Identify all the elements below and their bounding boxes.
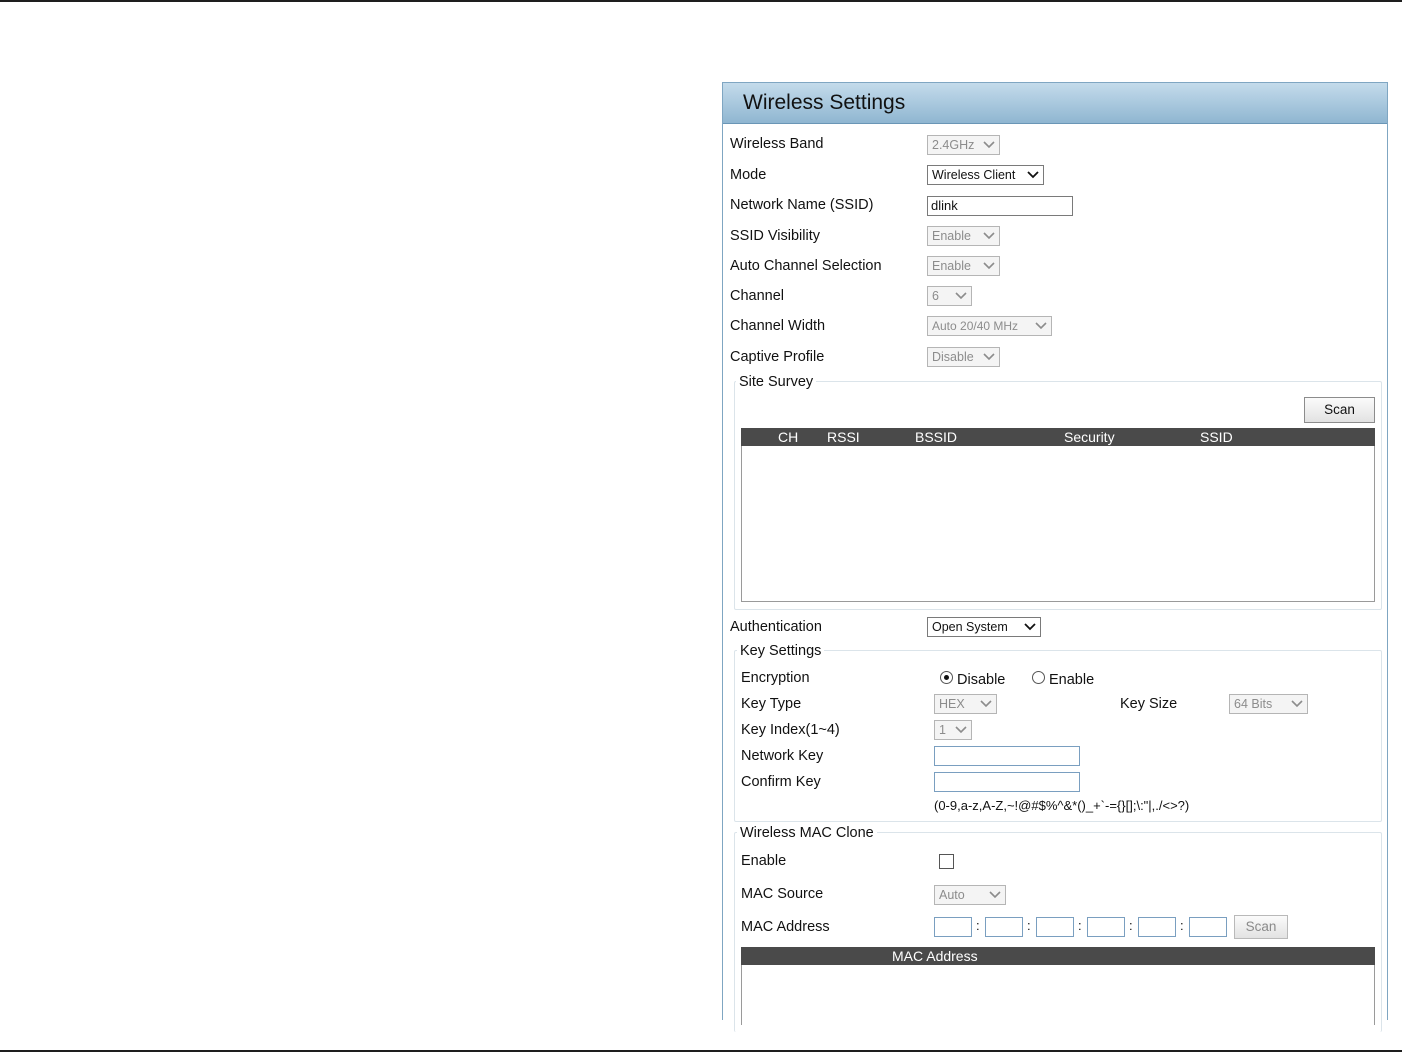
site-survey-legend: Site Survey: [736, 374, 817, 390]
mac-octet-4-input[interactable]: [1087, 917, 1125, 937]
key-size-select[interactable]: 64 Bits: [1229, 694, 1308, 714]
confirm-key-input[interactable]: [934, 772, 1080, 792]
mac-source-value: Auto: [939, 888, 965, 902]
encryption-label: Encryption: [741, 670, 810, 686]
wireless-band-value: 2.4GHz: [932, 138, 975, 152]
channel-label: Channel: [730, 288, 785, 304]
column-header-security[interactable]: Security: [1064, 428, 1115, 446]
mac-separator: :: [1078, 918, 1082, 933]
site-survey-scan-button[interactable]: Scan: [1304, 397, 1375, 423]
mac-octet-3-input[interactable]: [1036, 917, 1074, 937]
mac-octet-5-input[interactable]: [1138, 917, 1176, 937]
auto-channel-label: Auto Channel Selection: [730, 258, 882, 274]
page-bottom-rule: [0, 1050, 1402, 1052]
captive-profile-label: Captive Profile: [730, 349, 825, 365]
chevron-down-icon: [1035, 321, 1047, 330]
mac-address-table-header: MAC Address: [741, 947, 1375, 965]
wireless-band-label: Wireless Band: [730, 136, 824, 152]
key-size-value: 64 Bits: [1234, 697, 1273, 711]
mac-clone-legend: Wireless MAC Clone: [737, 825, 877, 841]
mac-source-select[interactable]: Auto: [934, 885, 1006, 905]
chevron-down-icon: [955, 725, 967, 734]
network-key-label: Network Key: [741, 748, 824, 764]
channel-width-value: Auto 20/40 MHz: [932, 319, 1019, 333]
site-survey-table-header: CH RSSI BSSID Security SSID: [741, 428, 1375, 446]
chevron-down-icon: [1291, 699, 1303, 708]
column-header-mac-address[interactable]: MAC Address: [892, 947, 978, 965]
key-type-label: Key Type: [741, 696, 802, 712]
auto-channel-select[interactable]: Enable: [927, 256, 1000, 276]
mac-clone-enable-checkbox[interactable]: [939, 854, 954, 869]
encryption-disable-radio[interactable]: [940, 671, 953, 684]
mode-select[interactable]: Wireless Client: [927, 165, 1044, 185]
authentication-label: Authentication: [730, 619, 822, 635]
mac-separator: :: [1027, 918, 1031, 933]
mac-address-table-body: [741, 965, 1375, 1025]
auto-channel-value: Enable: [932, 259, 971, 273]
key-type-value: HEX: [939, 697, 965, 711]
column-header-rssi[interactable]: RSSI: [827, 428, 860, 446]
ssid-label: Network Name (SSID): [730, 197, 874, 213]
channel-width-label: Channel Width: [730, 318, 826, 334]
mode-label: Mode: [730, 167, 767, 183]
chevron-down-icon: [983, 261, 995, 270]
mac-separator: :: [976, 918, 980, 933]
mac-scan-button[interactable]: Scan: [1234, 915, 1288, 939]
encryption-enable-label: Enable: [1049, 672, 1095, 688]
ssid-visibility-select[interactable]: Enable: [927, 226, 1000, 246]
encryption-enable-radio[interactable]: [1032, 671, 1045, 684]
key-index-value: 1: [939, 723, 946, 737]
panel-title: Wireless Settings: [743, 91, 906, 114]
key-index-label: Key Index(1~4): [741, 722, 840, 738]
column-header-ssid[interactable]: SSID: [1200, 428, 1233, 446]
key-settings-legend: Key Settings: [737, 643, 825, 659]
chevron-down-icon: [980, 699, 992, 708]
wireless-band-select[interactable]: 2.4GHz: [927, 135, 1000, 155]
chevron-down-icon: [955, 291, 967, 300]
mac-address-label: MAC Address: [741, 919, 830, 935]
allowed-characters-hint: (0-9,a-z,A-Z,~!@#$%^&*()_+`-={}[];\:"|,.…: [934, 798, 1190, 813]
site-survey-table-body: [741, 446, 1375, 602]
chevron-down-icon: [1024, 622, 1036, 631]
panel-header: Wireless Settings: [723, 83, 1387, 124]
channel-value: 6: [932, 289, 939, 303]
chevron-down-icon: [989, 890, 1001, 899]
page-top-rule: [0, 0, 1402, 2]
column-header-bssid[interactable]: BSSID: [915, 428, 957, 446]
ssid-visibility-label: SSID Visibility: [730, 228, 820, 244]
chevron-down-icon: [983, 140, 995, 149]
column-header-ch[interactable]: CH: [778, 428, 798, 446]
mac-clone-enable-label: Enable: [741, 853, 787, 869]
captive-profile-select[interactable]: Disable: [927, 347, 1000, 367]
chevron-down-icon: [983, 231, 995, 240]
ssid-input[interactable]: dlink: [927, 196, 1073, 216]
mac-octet-1-input[interactable]: [934, 917, 972, 937]
authentication-value: Open System: [932, 620, 1008, 634]
ssid-visibility-value: Enable: [932, 229, 971, 243]
confirm-key-label: Confirm Key: [741, 774, 821, 790]
mac-octet-6-input[interactable]: [1189, 917, 1227, 937]
channel-select[interactable]: 6: [927, 286, 972, 306]
mode-value: Wireless Client: [932, 168, 1016, 182]
mac-source-label: MAC Source: [741, 886, 824, 902]
key-size-label: Key Size: [1120, 696, 1178, 712]
authentication-select[interactable]: Open System: [927, 617, 1041, 637]
channel-width-select[interactable]: Auto 20/40 MHz: [927, 316, 1052, 336]
mac-octet-2-input[interactable]: [985, 917, 1023, 937]
chevron-down-icon: [1027, 170, 1039, 179]
encryption-disable-label: Disable: [957, 672, 1006, 688]
mac-separator: :: [1180, 918, 1184, 933]
network-key-input[interactable]: [934, 746, 1080, 766]
key-type-select[interactable]: HEX: [934, 694, 997, 714]
chevron-down-icon: [983, 352, 995, 361]
captive-profile-value: Disable: [932, 350, 974, 364]
mac-separator: :: [1129, 918, 1133, 933]
key-index-select[interactable]: 1: [934, 720, 972, 740]
